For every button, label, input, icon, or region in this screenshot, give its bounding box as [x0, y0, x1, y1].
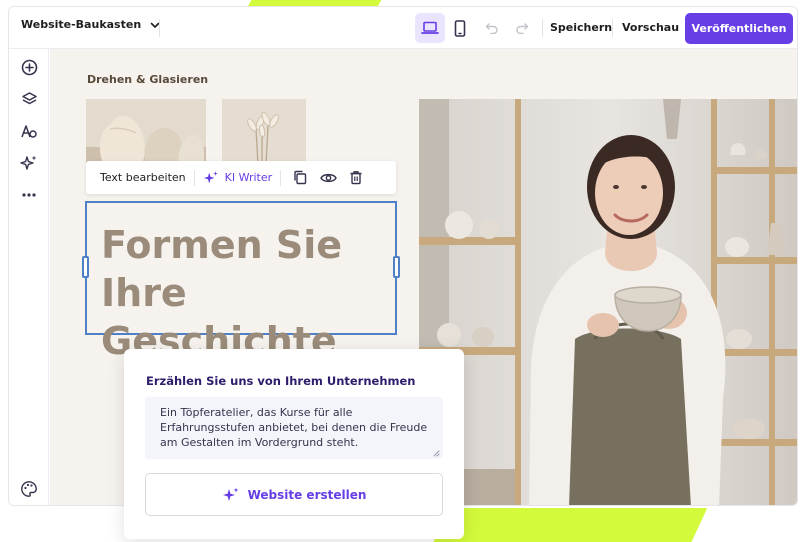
ai-sparkle-icon	[222, 487, 239, 501]
section-title[interactable]: Drehen & Glasieren	[87, 73, 208, 86]
ai-tools-button[interactable]	[17, 151, 41, 175]
mobile-view-button[interactable]	[445, 13, 475, 43]
decorative-accent-bottom	[430, 508, 708, 542]
screenshot-stage: Website-Baukasten Speichern Vorschau Ver…	[0, 0, 812, 542]
duplicate-icon	[294, 170, 307, 185]
app-name: Website-Baukasten	[21, 18, 142, 31]
business-description-input[interactable]: Ein Töpferatelier, das Kurse für alle Er…	[145, 397, 443, 459]
ai-writer-label: KI Writer	[224, 171, 273, 184]
potter-photo-illustration	[419, 99, 797, 505]
dried-flowers-image[interactable]	[222, 99, 306, 165]
undo-icon	[485, 23, 498, 34]
more-dots-icon	[22, 193, 36, 197]
delete-button[interactable]	[345, 167, 367, 189]
create-website-label: Website erstellen	[247, 487, 367, 502]
topbar-divider	[612, 19, 613, 37]
element-toolbar: Text bearbeiten KI Writer	[86, 161, 396, 194]
selected-heading-element[interactable]: Formen Sie Ihre Geschichte	[82, 201, 400, 363]
topbar-divider	[542, 19, 543, 37]
redo-button[interactable]	[511, 17, 533, 39]
layers-icon	[21, 91, 37, 104]
ai-sparkle-icon	[203, 170, 218, 183]
typography-icon	[21, 124, 37, 138]
hero-photo-potter[interactable]	[419, 99, 797, 505]
add-circle-icon	[21, 59, 37, 75]
layers-button[interactable]	[17, 87, 41, 111]
app-switcher[interactable]: Website-Baukasten	[21, 18, 161, 31]
desktop-view-button[interactable]	[415, 13, 445, 43]
preview-button[interactable]: Vorschau	[622, 21, 679, 34]
flowers-illustration	[222, 99, 306, 165]
hero-heading-line: Formen Sie Ihre	[101, 223, 343, 315]
toolbar-divider	[193, 169, 195, 186]
visibility-eye-icon	[319, 173, 337, 182]
redo-icon	[516, 23, 529, 34]
create-website-button[interactable]: Website erstellen	[145, 473, 443, 516]
smartphone-icon	[454, 19, 466, 37]
left-sidebar	[9, 49, 49, 505]
hero-heading[interactable]: Formen Sie Ihre Geschichte	[101, 221, 395, 365]
resize-handle-right[interactable]	[393, 256, 400, 278]
pottery-vases-image[interactable]	[86, 99, 206, 165]
trash-icon	[350, 171, 362, 185]
duplicate-button[interactable]	[289, 167, 311, 189]
palette-icon	[21, 481, 37, 497]
theme-button[interactable]	[17, 477, 41, 501]
toolbar-divider	[280, 169, 282, 186]
laptop-icon	[421, 21, 439, 34]
add-element-button[interactable]	[17, 55, 41, 79]
more-options-button[interactable]	[17, 183, 41, 207]
resize-grip-icon[interactable]	[432, 449, 440, 457]
top-bar: Website-Baukasten Speichern Vorschau Ver…	[9, 7, 797, 49]
topbar-divider	[159, 19, 160, 37]
ai-sparkle-icon	[20, 155, 37, 170]
ai-website-dialog: Erzählen Sie uns von Ihrem Unternehmen E…	[124, 349, 464, 539]
ai-writer-button[interactable]: KI Writer	[203, 170, 273, 186]
undo-button[interactable]	[481, 17, 503, 39]
visibility-button[interactable]	[317, 167, 339, 189]
vases-illustration	[86, 99, 206, 165]
publish-button[interactable]: Veröffentlichen	[685, 13, 793, 44]
dialog-title: Erzählen Sie uns von Ihrem Unternehmen	[146, 374, 416, 388]
edit-text-button[interactable]: Text bearbeiten	[100, 171, 186, 184]
save-button[interactable]: Speichern	[550, 21, 612, 34]
resize-handle-left[interactable]	[82, 256, 89, 278]
styles-button[interactable]	[17, 119, 41, 143]
